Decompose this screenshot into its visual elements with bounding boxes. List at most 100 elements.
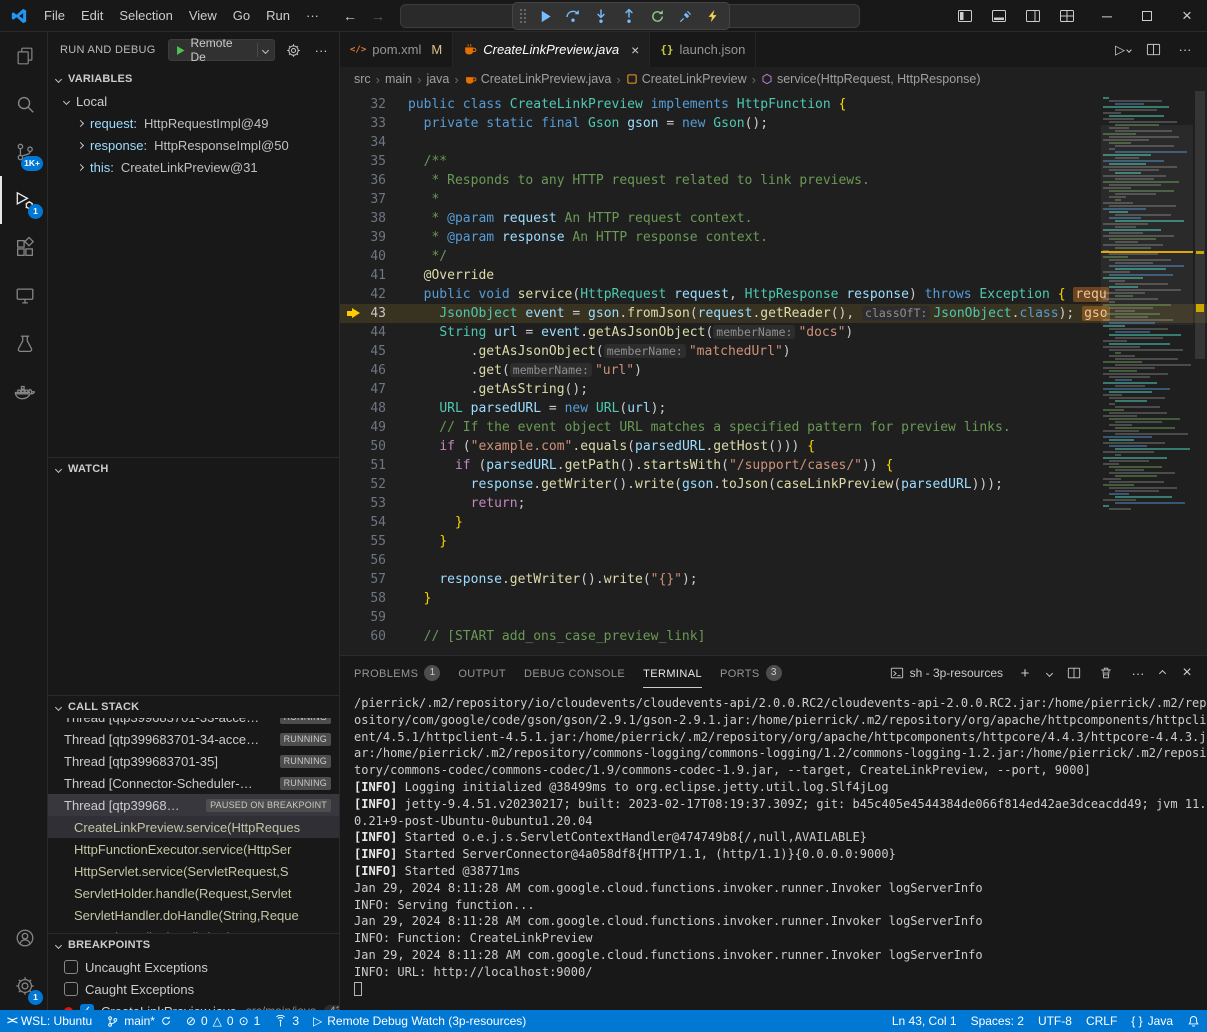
line-number[interactable]: 54 xyxy=(340,513,386,532)
run-java-button[interactable]: ▷ xyxy=(1115,40,1131,60)
scrollbar-thumb[interactable] xyxy=(1195,91,1205,359)
line-number[interactable]: 58 xyxy=(340,589,386,608)
panel-tab-output[interactable]: OUTPUT xyxy=(458,656,506,690)
line-number[interactable]: 42 xyxy=(340,285,386,304)
breakpoint-row[interactable]: Caught Exceptions xyxy=(48,978,339,1000)
call-stack-thread-row[interactable]: Thread [qtp399683701-35]RUNNING xyxy=(48,750,339,772)
debug-step-out-icon[interactable] xyxy=(619,6,639,26)
breadcrumb-src[interactable]: src xyxy=(354,72,371,86)
variable-row[interactable]: response:HttpResponseImpl@50 xyxy=(48,134,339,156)
code-line[interactable]: 35 /** xyxy=(340,152,1207,171)
call-stack-frame-row[interactable]: ScopedHandler.handle(String,Request, xyxy=(48,926,339,933)
line-number[interactable]: 52 xyxy=(340,475,386,494)
toggle-secondary-sidebar-icon[interactable] xyxy=(1023,6,1043,26)
call-stack-thread-row[interactable]: Thread [qtp39968…PAUSED ON BREAKPOINT xyxy=(48,794,339,816)
code-editor[interactable]: 32public class CreateLinkPreview impleme… xyxy=(340,91,1207,655)
line-number[interactable]: 53 xyxy=(340,494,386,513)
breadcrumb-class[interactable]: CreateLinkPreview xyxy=(626,72,747,86)
variables-scope-row[interactable]: Local xyxy=(48,90,339,112)
code-line[interactable]: 41 @Override xyxy=(340,266,1207,285)
accounts-icon[interactable] xyxy=(0,914,47,962)
line-number[interactable]: 35 xyxy=(340,152,386,171)
code-line[interactable]: 44 String url = event.getAsJsonObject(me… xyxy=(340,323,1207,342)
terminal-selector[interactable]: sh - 3p-resources xyxy=(890,666,1003,680)
code-line[interactable]: 46 .get(memberName:"url") xyxy=(340,361,1207,380)
tab-launch-json[interactable]: {} launch.json xyxy=(650,32,756,67)
call-stack-frame-row[interactable]: ServletHolder.handle(Request,Servlet xyxy=(48,882,339,904)
debug-toolbar-grip[interactable] xyxy=(519,8,527,24)
code-line[interactable]: 57 response.getWriter().write("{}"); xyxy=(340,570,1207,589)
line-number[interactable]: 45 xyxy=(340,342,386,361)
tab-createlinkpreview-java[interactable]: CreateLinkPreview.java × xyxy=(453,32,650,67)
breadcrumb-method[interactable]: service(HttpRequest, HttpResponse) xyxy=(761,72,981,86)
line-number[interactable]: 46 xyxy=(340,361,386,380)
line-number[interactable]: 44 xyxy=(340,323,386,342)
line-number[interactable]: 32 xyxy=(340,95,386,114)
code-line[interactable]: 40 */ xyxy=(340,247,1207,266)
code-line[interactable]: 48 URL parsedURL = new URL(url); xyxy=(340,399,1207,418)
call-stack-frame-row[interactable]: HttpFunctionExecutor.service(HttpSer xyxy=(48,838,339,860)
eol-status[interactable]: CRLF xyxy=(1079,1010,1124,1032)
split-editor-icon[interactable] xyxy=(1143,40,1163,60)
docker-icon[interactable] xyxy=(0,368,47,416)
git-branch-status[interactable]: main* xyxy=(99,1010,179,1032)
code-line[interactable]: 58 } xyxy=(340,589,1207,608)
watch-section-header[interactable]: WATCH xyxy=(48,458,339,480)
debug-config-dropdown[interactable]: Remote De xyxy=(168,39,276,61)
line-number[interactable]: 57 xyxy=(340,570,386,589)
code-line[interactable]: 59 xyxy=(340,608,1207,627)
nav-back-icon[interactable]: ← xyxy=(343,8,357,24)
code-line[interactable]: 51 if (parsedURL.getPath().startsWith("/… xyxy=(340,456,1207,475)
maximize-panel-icon[interactable] xyxy=(1159,669,1166,676)
variables-section-header[interactable]: VARIABLES xyxy=(48,68,339,90)
debug-step-over-icon[interactable] xyxy=(563,6,583,26)
forwarded-ports-status[interactable]: 3 xyxy=(267,1010,306,1032)
breakpoint-checkbox[interactable] xyxy=(64,982,78,996)
line-number[interactable]: 51 xyxy=(340,456,386,475)
new-terminal-icon[interactable]: + xyxy=(1015,663,1035,683)
cursor-position-status[interactable]: Ln 43, Col 1 xyxy=(885,1010,964,1032)
code-line[interactable]: 37 * xyxy=(340,190,1207,209)
call-stack-frame-row[interactable]: HttpServlet.service(ServletRequest,S xyxy=(48,860,339,882)
code-line[interactable]: 39 * @param response An HTTP response co… xyxy=(340,228,1207,247)
code-line[interactable]: 45 .getAsJsonObject(memberName:"matchedU… xyxy=(340,342,1207,361)
remote-explorer-icon[interactable] xyxy=(0,272,47,320)
code-line[interactable]: 38 * @param request An HTTP request cont… xyxy=(340,209,1207,228)
testing-icon[interactable] xyxy=(0,320,47,368)
code-line[interactable]: 50 if ("example.com".equals(parsedURL.ge… xyxy=(340,437,1207,456)
breadcrumb-file[interactable]: CreateLinkPreview.java xyxy=(464,72,612,86)
code-line[interactable]: 49 // If the event object URL matches a … xyxy=(340,418,1207,437)
code-line[interactable]: 43 JsonObject event = gson.fromJson(requ… xyxy=(340,304,1207,323)
line-number[interactable]: 38 xyxy=(340,209,386,228)
code-line[interactable]: 42 public void service(HttpRequest reque… xyxy=(340,285,1207,304)
call-stack-frame-row[interactable]: CreateLinkPreview.service(HttpReques xyxy=(48,816,339,838)
call-stack-thread-row[interactable]: Thread [qtp399683701-33-acce…RUNNING xyxy=(48,718,339,728)
breadcrumb-main[interactable]: main xyxy=(385,72,412,86)
call-stack-thread-row[interactable]: Thread [Connector-Scheduler-…RUNNING xyxy=(48,772,339,794)
close-tab-icon[interactable]: × xyxy=(631,42,639,58)
notifications-bell-icon[interactable] xyxy=(1180,1010,1207,1032)
panel-tab-debug-console[interactable]: DEBUG CONSOLE xyxy=(524,656,625,690)
call-stack-frame-row[interactable]: ServletHandler.doHandle(String,Reque xyxy=(48,904,339,926)
code-line[interactable]: 53 return; xyxy=(340,494,1207,513)
language-mode-status[interactable]: { } Java xyxy=(1124,1010,1180,1032)
call-stack-section-header[interactable]: CALL STACK xyxy=(48,696,339,718)
source-control-icon[interactable]: 1K+ xyxy=(0,128,47,176)
call-stack-thread-row[interactable]: Thread [qtp399683701-34-acce…RUNNING xyxy=(48,728,339,750)
extensions-icon[interactable] xyxy=(0,224,47,272)
indentation-status[interactable]: Spaces: 2 xyxy=(964,1010,1031,1032)
line-number[interactable]: 36 xyxy=(340,171,386,190)
menu-run[interactable]: Run xyxy=(258,8,298,23)
window-maximize-button[interactable] xyxy=(1127,0,1167,32)
line-number[interactable]: 55 xyxy=(340,532,386,551)
code-line[interactable]: 34 xyxy=(340,133,1207,152)
code-line[interactable]: 47 .getAsString(); xyxy=(340,380,1207,399)
toggle-panel-icon[interactable] xyxy=(989,6,1009,26)
toggle-sidebar-icon[interactable] xyxy=(955,6,975,26)
encoding-status[interactable]: UTF-8 xyxy=(1031,1010,1079,1032)
nav-forward-icon[interactable]: → xyxy=(371,8,385,24)
run-and-debug-icon[interactable]: 1 xyxy=(0,176,47,224)
terminal-output[interactable]: /pierrick/.m2/repository/io/cloudevents/… xyxy=(340,690,1207,1010)
code-line[interactable]: 54 } xyxy=(340,513,1207,532)
code-line[interactable]: 32public class CreateLinkPreview impleme… xyxy=(340,95,1207,114)
